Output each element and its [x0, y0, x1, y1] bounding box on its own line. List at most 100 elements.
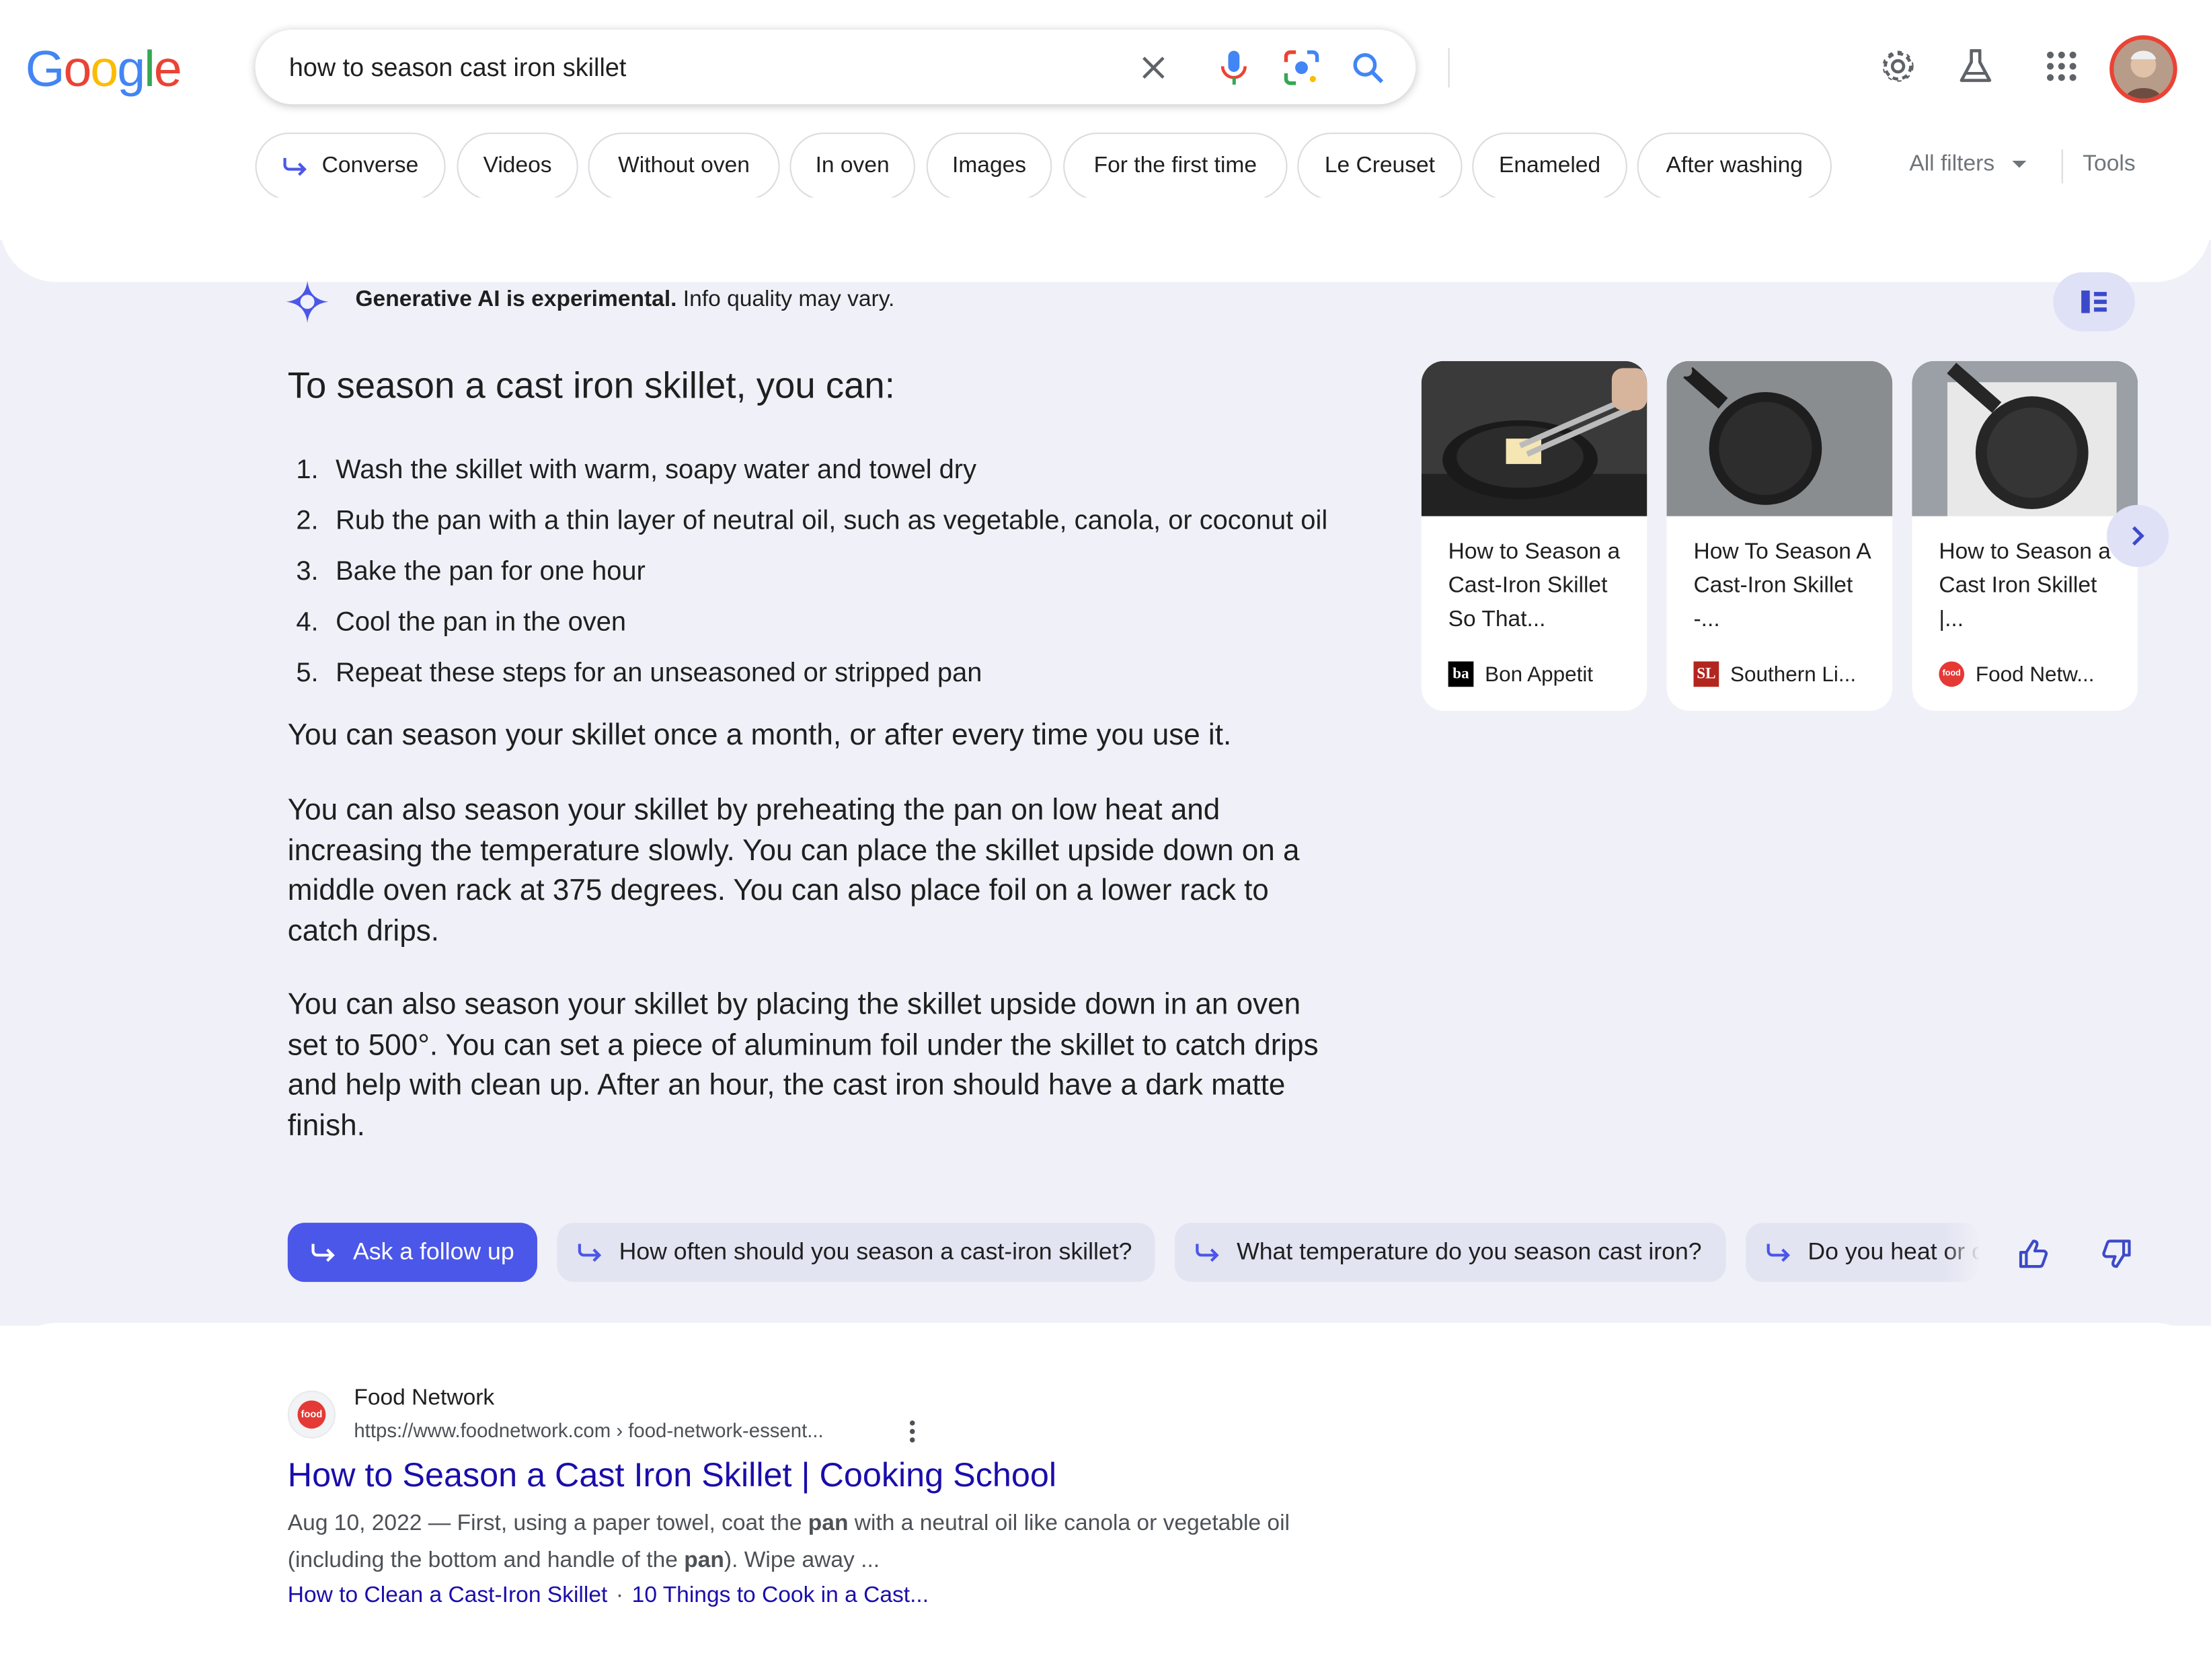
step-text: Cool the pan in the oven	[336, 607, 627, 638]
search-icon[interactable]	[1348, 48, 1388, 87]
result-site-name[interactable]: Food Network	[354, 1386, 494, 1412]
layout-toggle-button[interactable]	[2053, 272, 2135, 332]
chip-label: For the first time	[1093, 153, 1257, 178]
food-network-favicon: food	[1939, 661, 1965, 687]
ask-follow-up-label: Ask a follow up	[352, 1238, 514, 1266]
result-snippet: Aug 10, 2022 — First, using a paper towe…	[288, 1506, 1303, 1580]
chip-label: Without oven	[618, 153, 750, 178]
search-input[interactable]	[288, 49, 1079, 86]
card-source-name: Southern Li...	[1730, 662, 1857, 687]
snippet-text: ). Wipe away ...	[724, 1548, 880, 1573]
chip-label: Converse	[321, 153, 419, 178]
chip-label: Le Creuset	[1324, 153, 1435, 178]
result-favicon[interactable]: food	[287, 1390, 336, 1439]
list-item: 1. Wash the skillet with warm, soapy wate…	[288, 446, 1327, 496]
tools-label: Tools	[2083, 152, 2136, 177]
dropdown-arrow-icon	[2013, 161, 2027, 168]
search-divider	[1448, 48, 1450, 88]
experimental-bold: Generative AI is experimental.	[355, 287, 677, 312]
step-number: 2.	[296, 506, 319, 536]
follow-up-chip[interactable]: Do you heat or oil cast iron first?	[1746, 1223, 1980, 1283]
search-results-page: Google Converse Videos Without oven In o…	[0, 0, 2211, 1676]
step-number: 5.	[296, 658, 319, 689]
chip-label: Images	[952, 153, 1027, 178]
source-card[interactable]: How To Season A Cast-Iron Skillet -... S…	[1666, 360, 1893, 711]
thumbs-down-icon[interactable]	[2098, 1235, 2135, 1272]
chip-converse[interactable]: Converse	[255, 132, 446, 200]
sitelink-separator: ·	[615, 1583, 624, 1608]
ai-paragraph-3: You can also season your skillet by plac…	[287, 988, 1319, 1142]
card-source: SL Southern Li...	[1693, 661, 1856, 687]
clear-icon[interactable]	[1134, 48, 1173, 87]
chip-enameled[interactable]: Enameled	[1472, 132, 1627, 200]
step-text: Rub the pan with a thin layer of neutral…	[336, 506, 1328, 536]
all-filters-button[interactable]: All filters	[1909, 152, 2028, 178]
follow-up-arrow-icon	[284, 157, 307, 176]
chip-for-the-first-time[interactable]: For the first time	[1063, 132, 1288, 200]
account-avatar[interactable]	[2109, 35, 2177, 104]
list-item: 4. Cool the pan in the oven	[288, 598, 1327, 648]
follow-up-chip[interactable]: What temperature do you season cast iron…	[1174, 1223, 1726, 1283]
chip-without-oven[interactable]: Without oven	[588, 132, 780, 200]
source-card[interactable]: How to Season a Cast Iron Skillet |... f…	[1912, 360, 2138, 711]
sitelink[interactable]: How to Clean a Cast-Iron Skillet	[288, 1584, 608, 1608]
header-bottom-edge	[0, 197, 2211, 282]
chip-label: Videos	[483, 153, 552, 178]
step-text: Wash the skillet with warm, soapy water …	[336, 455, 977, 486]
follow-up-chip[interactable]: How often should you season a cast-iron …	[557, 1223, 1155, 1283]
labs-flask-icon[interactable]	[1954, 45, 1996, 87]
chip-le-creuset[interactable]: Le Creuset	[1297, 132, 1463, 200]
chip-label: In oven	[815, 153, 890, 178]
experimental-rest: Info quality may vary.	[676, 287, 895, 312]
thumbs-up-icon[interactable]	[2015, 1235, 2052, 1272]
step-text: Repeat these steps for an unseasoned or …	[336, 658, 982, 689]
snippet-highlight: pan	[684, 1548, 724, 1573]
southern-living-favicon: SL	[1693, 661, 1719, 687]
source-card[interactable]: How to Season a Cast-Iron Skillet So Tha…	[1421, 360, 1647, 711]
card-image	[1912, 360, 2138, 517]
result-date: Aug 10, 2022	[287, 1511, 422, 1536]
ai-answer-title: To season a cast iron skillet, you can:	[287, 364, 895, 406]
card-image	[1421, 360, 1647, 517]
result-url[interactable]: https://www.foodnetwork.com › food-netwo…	[354, 1419, 823, 1442]
card-image	[1666, 360, 1893, 517]
chip-label: Enameled	[1499, 153, 1601, 178]
chip-videos[interactable]: Videos	[457, 132, 578, 200]
ai-paragraph-1: You can season your skillet once a month…	[287, 719, 1232, 752]
cards-next-button[interactable]	[2106, 504, 2169, 567]
result-sitelinks: How to Clean a Cast-Iron Skillet · 10 Thin…	[288, 1584, 929, 1609]
chip-images[interactable]: Images	[926, 132, 1052, 200]
more-options-icon[interactable]	[900, 1416, 925, 1447]
search-box	[255, 30, 1450, 105]
follow-up-text: Do you heat or oil cast iron first?	[1808, 1238, 1980, 1266]
card-source-name: Food Netw...	[1975, 662, 2095, 687]
list-item: 3. Bake the pan for one hour	[288, 547, 1327, 598]
google-logo[interactable]: Google	[26, 40, 182, 99]
step-text: Bake the pan for one hour	[336, 557, 646, 587]
step-number: 1.	[296, 455, 319, 486]
card-title: How to Season a Cast-Iron Skillet So Tha…	[1448, 540, 1621, 632]
card-title: How To Season A Cast-Iron Skillet -...	[1693, 540, 1870, 632]
chip-label: After washing	[1666, 153, 1803, 178]
result-title-link[interactable]: How to Season a Cast Iron Skillet | Cook…	[288, 1457, 1056, 1496]
ask-follow-up-button[interactable]: Ask a follow up	[287, 1223, 537, 1283]
microphone-icon[interactable]	[1214, 48, 1254, 87]
settings-gear-icon[interactable]	[1877, 45, 1919, 87]
follow-up-text: What temperature do you season cast iron…	[1237, 1238, 1702, 1266]
sitelink[interactable]: 10 Things to Cook in a Cast...	[632, 1584, 929, 1608]
bon-appetit-favicon: ba	[1448, 661, 1474, 687]
follow-up-arrow-icon	[578, 1244, 602, 1262]
filters-divider	[2061, 149, 2063, 184]
follow-up-arrow-icon	[1196, 1244, 1219, 1262]
card-title: How to Season a Cast Iron Skillet |...	[1939, 540, 2111, 632]
apps-grid-icon[interactable]	[2040, 45, 2083, 87]
list-item: 2. Rub the pan with a thin layer of neutr…	[288, 496, 1327, 547]
experimental-notice: Generative AI is experimental. Info qual…	[355, 288, 894, 313]
chip-after-washing[interactable]: After washing	[1637, 132, 1832, 200]
chip-in-oven[interactable]: In oven	[789, 132, 915, 200]
tools-button[interactable]: Tools	[2083, 152, 2135, 178]
step-number: 4.	[296, 607, 319, 638]
lens-icon[interactable]	[1282, 48, 1321, 87]
food-network-favicon: food	[297, 1400, 326, 1429]
card-source: ba Bon Appetit	[1448, 661, 1593, 687]
